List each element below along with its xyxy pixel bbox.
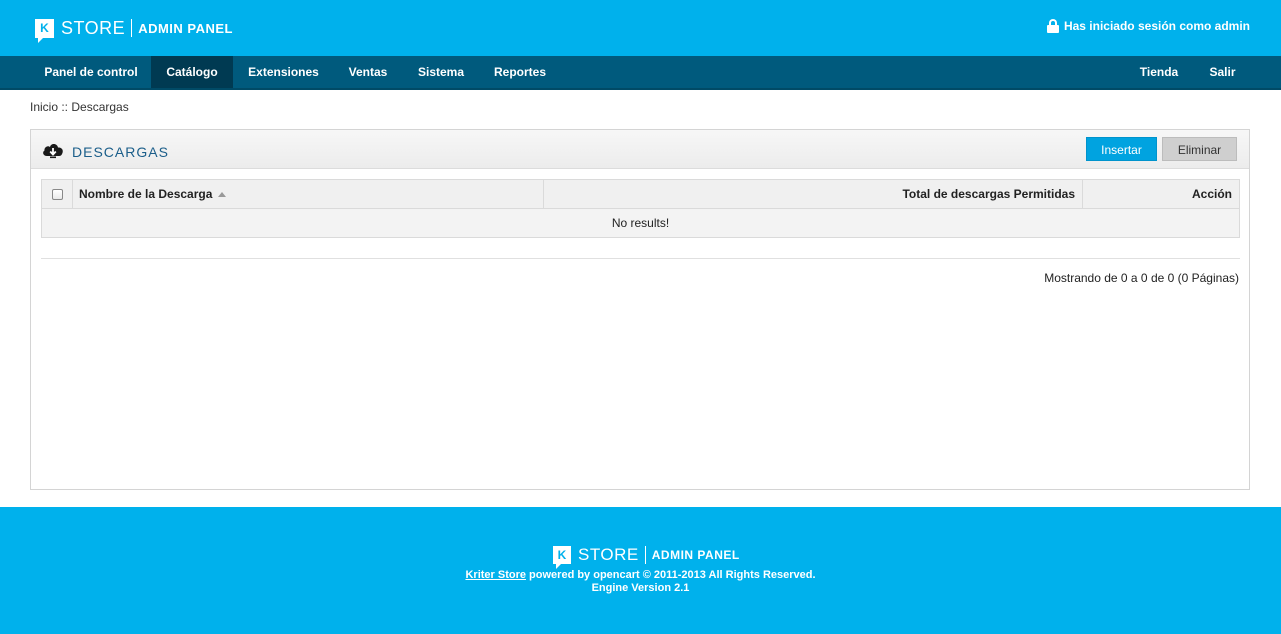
nav-item-sistema[interactable]: Sistema <box>405 56 477 88</box>
logo-separator <box>131 19 133 37</box>
footer-logo-store-text: STORE <box>578 545 639 564</box>
nav-item-panel-de-control[interactable]: Panel de control <box>32 56 150 88</box>
breadcrumb[interactable]: Inicio :: Descargas <box>30 100 129 114</box>
nav-item-tienda[interactable]: Tienda <box>1127 56 1191 88</box>
column-header-action: Acción <box>1191 187 1232 201</box>
cloud-download-icon <box>43 144 63 159</box>
logo-k-icon: K <box>35 18 54 43</box>
nav-item-reportes[interactable]: Reportes <box>481 56 559 88</box>
logo-store-text: STORE <box>61 17 126 38</box>
column-header-name-label: Nombre de la Descarga <box>79 187 213 201</box>
pagination-divider <box>41 258 1240 259</box>
column-header-total[interactable]: Total de descargas Permitidas <box>544 180 1083 208</box>
pagination-info: Mostrando de 0 a 0 de 0 (0 Páginas) <box>1044 271 1239 285</box>
panel-title: DESCARGAS <box>72 144 169 160</box>
delete-button[interactable]: Eliminar <box>1162 137 1237 161</box>
footer-logo-separator <box>644 546 646 564</box>
footer-version: Engine Version 2.1 <box>591 582 690 594</box>
panel-header: DESCARGAS Insertar Eliminar <box>31 130 1249 169</box>
nav-item-catalogo[interactable]: Catálogo <box>151 56 233 88</box>
downloads-panel: DESCARGAS Insertar Eliminar Nombre de la… <box>30 129 1250 490</box>
select-all-cell <box>42 180 73 208</box>
top-header: K STORE ADMIN PANEL Has iniciado sesión … <box>0 0 1281 56</box>
logo-letter: K <box>40 21 49 35</box>
nav-item-ventas[interactable]: Ventas <box>335 56 401 88</box>
footer-logo: K STORE ADMIN PANEL <box>553 544 740 569</box>
table-header: Nombre de la Descarga Total de descargas… <box>42 180 1239 209</box>
footer-logo-k-icon: K <box>553 546 571 569</box>
footer-copyright-text: powered by opencart © 2011-2013 All Righ… <box>526 569 816 581</box>
insert-button[interactable]: Insertar <box>1086 137 1157 161</box>
kriter-store-link[interactable]: Kriter Store <box>465 569 526 581</box>
footer-copyright: Kriter Store powered by opencart © 2011-… <box>0 569 1281 581</box>
logo-admin-text: ADMIN PANEL <box>138 20 233 36</box>
login-status: Has iniciado sesión como admin <box>1046 19 1250 33</box>
login-status-text: Has iniciado sesión como admin <box>1063 19 1250 33</box>
lock-icon <box>1046 19 1059 33</box>
footer-logo-letter: K <box>557 548 567 562</box>
footer-logo-admin-text: ADMIN PANEL <box>651 548 740 562</box>
empty-row: No results! <box>42 209 1239 237</box>
nav-item-salir[interactable]: Salir <box>1196 56 1249 88</box>
column-header-name[interactable]: Nombre de la Descarga <box>73 180 544 208</box>
main-nav: Panel de control Catálogo Extensiones Ve… <box>0 56 1281 90</box>
nav-item-extensiones[interactable]: Extensiones <box>236 56 331 88</box>
select-all-checkbox[interactable] <box>52 189 63 200</box>
store-logo[interactable]: K STORE ADMIN PANEL <box>35 16 233 43</box>
sort-asc-icon <box>218 192 227 197</box>
footer: K STORE ADMIN PANEL Kriter Store powered… <box>0 507 1281 634</box>
downloads-table: Nombre de la Descarga Total de descargas… <box>41 179 1240 238</box>
